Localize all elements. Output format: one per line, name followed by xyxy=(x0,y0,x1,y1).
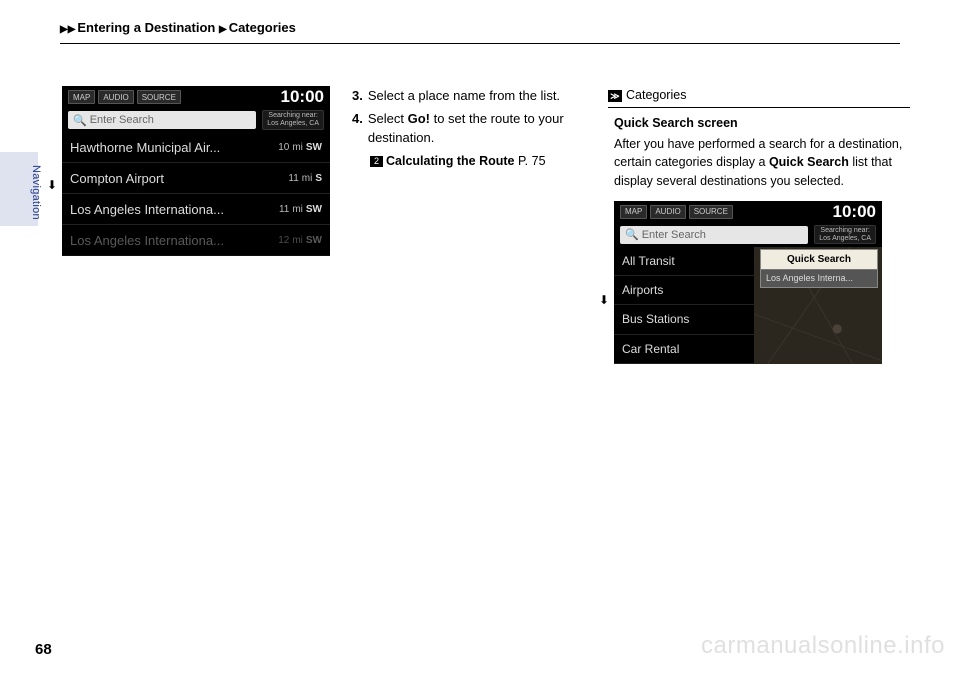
xref-icon: 2 xyxy=(370,156,383,167)
side-tab-label: Navigation xyxy=(30,165,42,220)
category-row[interactable]: Car Rental xyxy=(614,335,754,364)
figure-column: ⬇ MAP AUDIO SOURCE 10:00 🔍 Enter Search … xyxy=(60,86,330,364)
crumb2: Categories xyxy=(229,20,296,35)
search-input[interactable]: 🔍 Enter Search xyxy=(620,226,808,244)
category-row[interactable]: All Transit xyxy=(614,247,754,276)
near-box[interactable]: Searching near: Los Angeles, CA xyxy=(262,110,324,129)
sidebar-head-icon: ≫ xyxy=(608,90,622,102)
results-list: Hawthorne Municipal Air... 10mi SW Compt… xyxy=(62,132,330,256)
quick-search-popup: Quick Search Los Angeles Interna... xyxy=(760,249,878,289)
quick-search-head: Quick Search xyxy=(761,250,877,269)
screenshot-results: ⬇ MAP AUDIO SOURCE 10:00 🔍 Enter Search … xyxy=(62,86,330,256)
category-list: All Transit Airports Bus Stations Car Re… xyxy=(614,247,754,364)
watermark: carmanualsonline.info xyxy=(701,632,945,660)
page-number: 68 xyxy=(35,641,52,658)
search-placeholder: Enter Search xyxy=(90,114,154,126)
result-row[interactable]: Compton Airport 11mi S xyxy=(62,163,330,194)
source-button[interactable]: SOURCE xyxy=(137,90,181,104)
step-3: 3. Select a place name from the list. xyxy=(352,86,586,106)
sidebar-column: ≫Categories Quick Search screen After yo… xyxy=(608,86,910,364)
result-row[interactable]: Hawthorne Municipal Air... 10mi SW xyxy=(62,132,330,163)
map-button[interactable]: MAP xyxy=(68,90,95,104)
result-row[interactable]: Los Angeles Internationa... 12mi SW xyxy=(62,225,330,256)
crumb1: Entering a Destination xyxy=(77,20,215,35)
category-row[interactable]: Bus Stations xyxy=(614,305,754,334)
map-button[interactable]: MAP xyxy=(620,205,647,219)
quick-search-item[interactable]: Los Angeles Interna... xyxy=(761,269,877,288)
category-row[interactable]: Airports xyxy=(614,276,754,305)
sidebar-heading: ≫Categories xyxy=(608,86,910,108)
steps-column: 3. Select a place name from the list. 4.… xyxy=(352,86,586,364)
tri-icon: ▶▶ xyxy=(60,24,75,35)
audio-button[interactable]: AUDIO xyxy=(98,90,133,104)
search-icon: 🔍 xyxy=(625,227,639,244)
sidebar-title: Quick Search screen xyxy=(614,116,738,130)
cross-ref: 2Calculating the Route P. 75 xyxy=(370,152,586,171)
screenshot-quicksearch: ⬇ MAP AUDIO SOURCE 10:00 🔍 Enter Search … xyxy=(614,201,882,364)
down-arrow-icon: ⬇ xyxy=(47,178,57,192)
search-icon: 🔍 xyxy=(73,114,87,127)
down-arrow-icon: ⬇ xyxy=(599,291,609,309)
near-box[interactable]: Searching near: Los Angeles, CA xyxy=(814,225,876,244)
clock: 10:00 xyxy=(281,87,324,107)
clock: 10:00 xyxy=(833,199,876,225)
result-row[interactable]: Los Angeles Internationa... 11mi SW xyxy=(62,194,330,225)
sidebar-text: After you have performed a search for a … xyxy=(614,135,904,191)
audio-button[interactable]: AUDIO xyxy=(650,205,685,219)
breadcrumb: ▶▶Entering a Destination ▶Categories xyxy=(60,20,900,44)
tri-icon-2: ▶ xyxy=(219,24,227,35)
search-placeholder: Enter Search xyxy=(642,227,706,244)
search-input[interactable]: 🔍 Enter Search xyxy=(68,111,256,129)
step-4: 4. Select Go! to set the route to your d… xyxy=(352,109,586,148)
source-button[interactable]: SOURCE xyxy=(689,205,733,219)
